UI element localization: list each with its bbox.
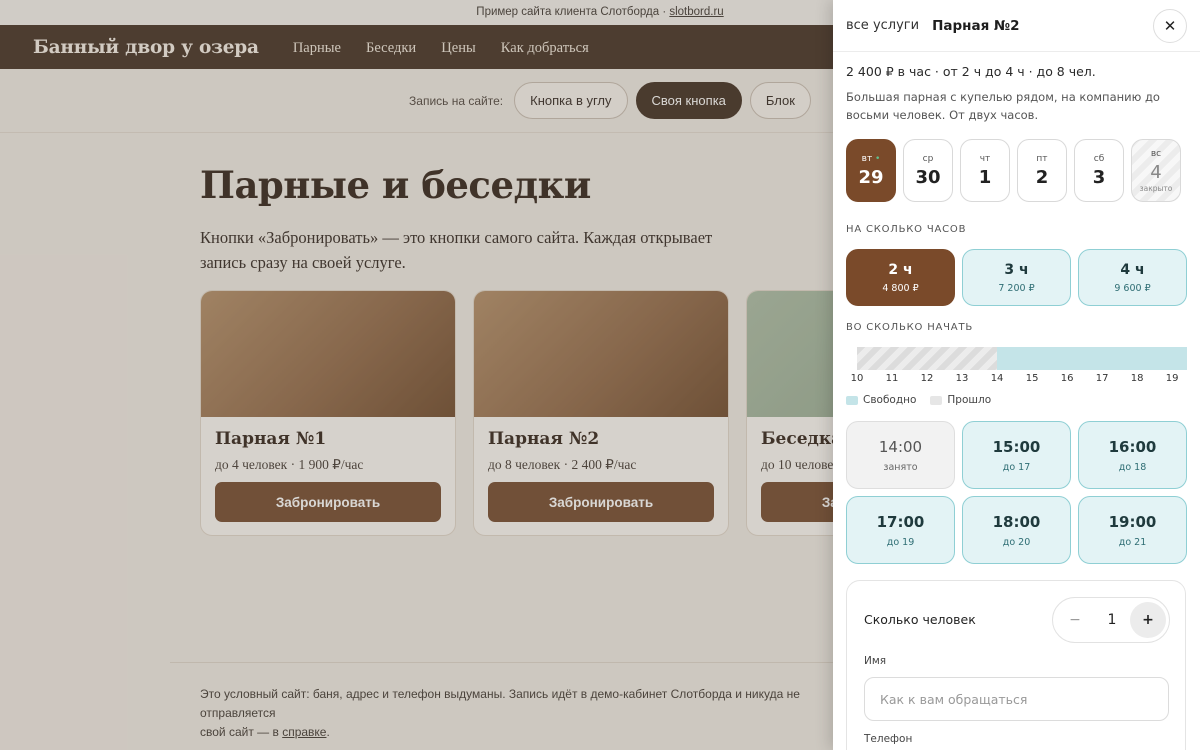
people-value: 1	[1107, 612, 1117, 628]
timeline-tick-label: 11	[885, 373, 899, 384]
duration-hours: 2 ч	[888, 261, 913, 278]
day-option[interactable]: вт 29	[846, 139, 896, 202]
duration-hours: 3 ч	[1004, 261, 1029, 278]
duration-option[interactable]: 2 ч 4 800 ₽	[846, 249, 955, 306]
timeline-legend: Свободно Прошло	[846, 394, 991, 406]
people-label: Сколько человек	[864, 612, 976, 627]
date-picker: вт 29 ср 30 чт 1 пт 2 сб 3 вс 4закрыто	[846, 139, 1181, 202]
slot-time: 14:00	[878, 437, 923, 456]
day-closed-label: закрыто	[1139, 183, 1173, 193]
time-slots: 14:00 занято 15:00 до 17 16:00 до 18 17:00 д…	[846, 421, 1187, 564]
day-option[interactable]: сб 3	[1074, 139, 1124, 202]
legend-free-swatch	[846, 395, 858, 405]
timeline-past-segment	[857, 347, 998, 370]
day-option[interactable]: чт 1	[960, 139, 1010, 202]
duration-price: 7 200 ₽	[998, 282, 1035, 294]
day-option[interactable]: ср 30	[903, 139, 953, 202]
drawer-header: все услуги Парная №2	[833, 0, 1200, 52]
duration-price: 9 600 ₽	[1114, 282, 1151, 294]
service-description: Большая парная с купелью рядом, на компа…	[846, 90, 1160, 122]
slot-time: 16:00	[1108, 437, 1157, 456]
all-services-link[interactable]: все услуги	[846, 18, 919, 33]
slot-sub: до 17	[1002, 461, 1031, 473]
timeline-tick-label: 13	[955, 373, 969, 384]
minus-icon[interactable]: −	[1058, 603, 1092, 637]
day-number: 4	[1150, 161, 1162, 183]
day-weekday: ср	[922, 153, 934, 164]
time-slot[interactable]: 19:00 до 21	[1078, 496, 1187, 564]
duration-picker: 2 ч 4 800 ₽ 3 ч 7 200 ₽ 4 ч 9 600 ₽	[846, 249, 1187, 306]
timeline-tick-label: 14	[990, 373, 1004, 384]
people-stepper: − 1 +	[1052, 597, 1170, 643]
slot-sub: до 21	[1118, 536, 1147, 548]
duration-hours: 4 ч	[1120, 261, 1145, 278]
close-icon[interactable]: ✕	[1153, 9, 1187, 43]
day-number: 29	[858, 166, 884, 188]
slot-sub: до 20	[1002, 536, 1031, 548]
time-slot[interactable]: 17:00 до 19	[846, 496, 955, 564]
day-weekday: сб	[1093, 153, 1105, 164]
plus-icon[interactable]: +	[1130, 602, 1166, 638]
day-weekday: вт	[862, 154, 881, 164]
timeline-tick-label: 12	[920, 373, 934, 384]
timeline-ticks: 10 11 12 13 14 15 16 17 18 19	[851, 373, 1187, 387]
day-weekday: чт	[979, 153, 991, 164]
timeline-tick-label: 17	[1095, 373, 1109, 384]
timeline-tick-label: 16	[1060, 373, 1074, 384]
name-label: Имя	[864, 655, 887, 667]
phone-label: Телефон	[864, 733, 913, 745]
day-number: 1	[978, 166, 992, 188]
time-slot[interactable]: 16:00 до 18	[1078, 421, 1187, 489]
legend-past-label: Прошло	[947, 394, 992, 406]
slot-time: 18:00	[992, 512, 1041, 531]
duration-option[interactable]: 4 ч 9 600 ₽	[1078, 249, 1187, 306]
time-slot[interactable]: 15:00 до 17	[962, 421, 1071, 489]
slot-time: 17:00	[876, 512, 925, 531]
time-slot[interactable]: 18:00 до 20	[962, 496, 1071, 564]
hours-title: На сколько часов	[846, 224, 967, 235]
timeline-tick-label: 10	[850, 373, 864, 384]
day-option-closed: вс 4 закрыто	[1131, 139, 1181, 202]
duration-option[interactable]: 3 ч 7 200 ₽	[962, 249, 1071, 306]
service-name: Парная №2	[932, 17, 1020, 34]
timeline-tick-label: 15	[1025, 373, 1039, 384]
slot-sub: до 18	[1118, 461, 1147, 473]
slot-time: 19:00	[1108, 512, 1157, 531]
booking-drawer: все услуги Парная №2 ✕ 2 400 ₽ в час · о…	[833, 0, 1200, 750]
slot-time: 15:00	[992, 437, 1041, 456]
day-number: 2	[1035, 166, 1049, 188]
availability-timeline	[857, 347, 1187, 370]
day-weekday: пт	[1036, 153, 1048, 164]
legend-free-label: Свободно	[863, 394, 917, 406]
slot-sub: занято	[883, 461, 918, 473]
start-title: Во сколько начать	[846, 322, 974, 333]
name-input[interactable]	[864, 677, 1169, 721]
timeline-tick-label: 18	[1130, 373, 1144, 384]
day-option[interactable]: пт 2	[1017, 139, 1067, 202]
day-number: 3	[1092, 166, 1106, 188]
day-number: 30	[915, 166, 941, 188]
slot-sub: до 19	[886, 536, 915, 548]
service-price: 2 400 ₽ в час · от 2 ч до 4 ч · до 8 чел…	[846, 64, 1096, 79]
duration-price: 4 800 ₽	[882, 282, 919, 294]
day-weekday: вс	[1150, 148, 1162, 159]
contact-form: Сколько человек − 1 + Имя Телефон	[846, 580, 1186, 750]
timeline-tick-label: 19	[1165, 373, 1179, 384]
legend-past-swatch	[930, 395, 943, 405]
time-slot-busy: 14:00 занято	[846, 421, 955, 489]
